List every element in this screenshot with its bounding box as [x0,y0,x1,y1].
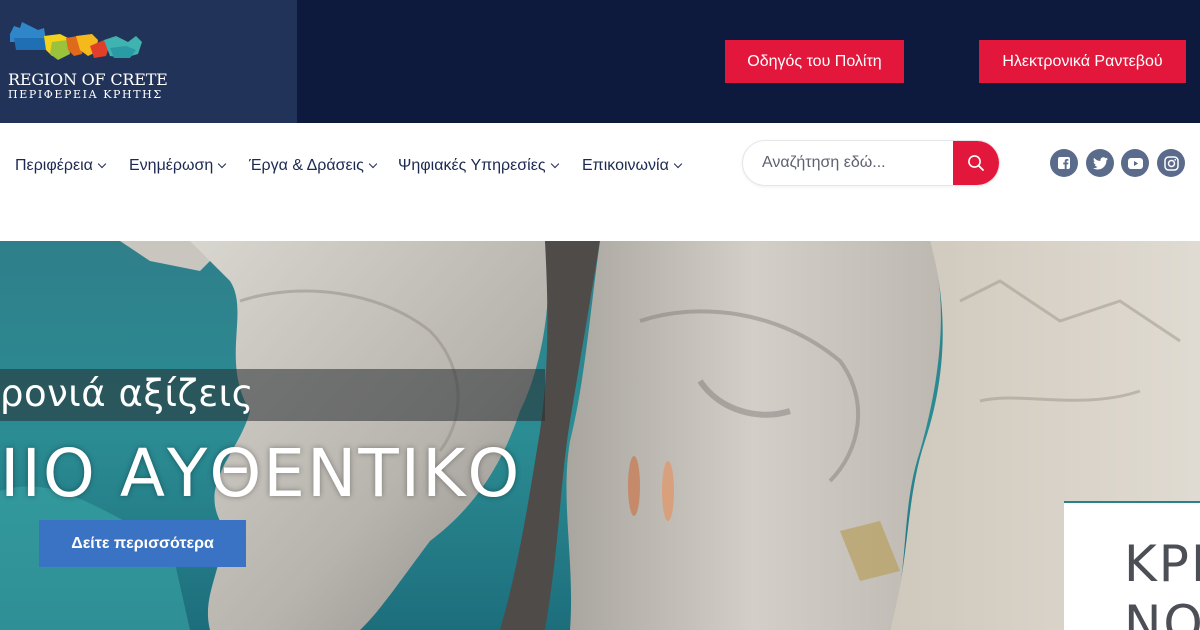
chevron-down-icon [673,159,683,169]
facebook-link[interactable] [1050,149,1078,177]
hero-subtitle: ρονιά αξίζεις [0,372,254,415]
nav-item-periferia[interactable]: Περιφέρεια [15,156,107,176]
side-card-text: ΝΟ [1124,595,1200,630]
top-header: REGION OF CRETE ΠΕΡΙΦΕΡΕΙΑ ΚΡΗΤΗΣ Οδηγός… [0,0,1200,123]
chevron-down-icon [550,159,559,169]
nav-item-enimerosi[interactable]: Ενημέρωση [129,156,227,176]
side-card-text: ΚΡΗ [1124,535,1200,593]
search-button[interactable] [953,141,999,185]
nav-item-label: Ψηφιακές Υπηρεσίες [398,157,546,174]
chevron-down-icon [218,159,227,169]
nav-item-label: Επικοινωνία [582,157,669,174]
crete-island-logo [10,22,142,60]
twitter-link[interactable] [1086,149,1114,177]
logo-name-gr: ΠΕΡΙΦΕΡΕΙΑ ΚΡΗΤΗΣ [8,88,163,101]
instagram-icon [1163,155,1179,171]
nav-item-contact[interactable]: Επικοινωνία [582,156,683,176]
nav-item-erga-draseis[interactable]: Έργα & Δράσεις [249,156,378,176]
chevron-down-icon [368,159,378,169]
youtube-icon [1127,157,1143,169]
search-input[interactable] [743,141,955,185]
search-icon [968,155,984,171]
logo-name-en: REGION OF CRETE [8,70,168,89]
youtube-link[interactable] [1121,149,1149,177]
twitter-icon [1092,156,1108,169]
chevron-down-icon [97,159,107,169]
hero-banner: ρονιά αξίζεις ΙΙΟ ΑΥΘΕΝΤΙΚΟ Δείτε περισσ… [0,241,1200,630]
nav-item-digital-services[interactable]: Ψηφιακές Υπηρεσίες [398,156,559,176]
online-appointments-button[interactable]: Ηλεκτρονικά Ραντεβού [979,40,1186,83]
side-promo-card: ΚΡΗ ΝΟ [1064,503,1200,630]
main-navigation: Περιφέρεια Ενημέρωση Έργα & Δράσεις Ψηφι… [0,123,1200,241]
nav-item-label: Ενημέρωση [129,157,214,174]
hero-title: ΙΙΟ ΑΥΘΕΝΤΙΚΟ [0,435,522,512]
search-box [742,140,1000,186]
nav-item-label: Έργα & Δράσεις [249,157,364,174]
nav-item-label: Περιφέρεια [15,157,93,174]
see-more-button[interactable]: Δείτε περισσότερα [39,520,246,567]
citizen-guide-button[interactable]: Οδηγός του Πολίτη [725,40,904,83]
instagram-link[interactable] [1157,149,1185,177]
facebook-icon [1058,157,1070,169]
site-logo[interactable]: REGION OF CRETE ΠΕΡΙΦΕΡΕΙΑ ΚΡΗΤΗΣ [0,0,297,123]
